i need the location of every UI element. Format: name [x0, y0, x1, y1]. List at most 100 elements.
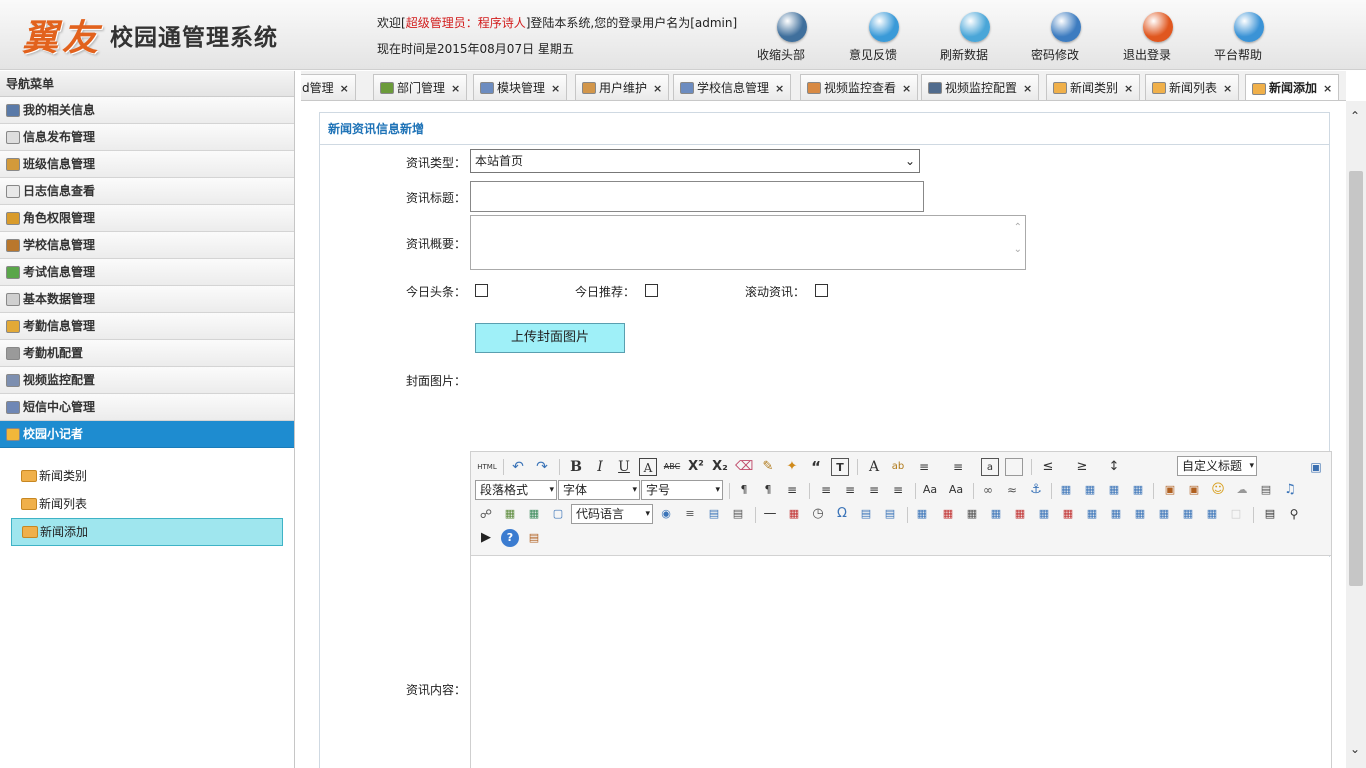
- line-height-icon[interactable]: ↕: [1105, 458, 1123, 476]
- sidebar-item-4[interactable]: 角色权限管理: [0, 205, 294, 232]
- ltr-icon[interactable]: ¶: [735, 481, 753, 499]
- close-icon[interactable]: ×: [902, 76, 911, 101]
- close-icon[interactable]: ×: [551, 76, 560, 101]
- eraser-icon[interactable]: ⌫: [735, 458, 753, 476]
- paste-text-icon[interactable]: T: [831, 458, 849, 476]
- bold-icon[interactable]: B: [567, 458, 585, 476]
- headline-checkbox[interactable]: [475, 284, 488, 297]
- paragraph-format-select[interactable]: 段落格式 ▾: [475, 480, 557, 500]
- close-icon[interactable]: ×: [775, 76, 784, 101]
- background-icon[interactable]: ▤: [729, 505, 747, 523]
- tab-2[interactable]: 模块管理 ×: [473, 74, 568, 101]
- close-icon[interactable]: ×: [1223, 76, 1232, 101]
- editor-content-area[interactable]: [471, 557, 1331, 768]
- scroll-down-icon[interactable]: ⌄: [1014, 244, 1022, 255]
- sidebar-item-0[interactable]: 我的相关信息: [0, 97, 294, 124]
- collapse-header-button[interactable]: 收缩头部: [757, 12, 827, 62]
- font-family-select[interactable]: 字体 ▾: [558, 480, 640, 500]
- font-border-icon[interactable]: A: [639, 458, 657, 476]
- attachment-icon[interactable]: ☍: [477, 505, 495, 523]
- sidebar-item-11[interactable]: 短信中心管理: [0, 394, 294, 421]
- fullscreen-icon[interactable]: ▣: [1307, 458, 1325, 476]
- summary-textarea[interactable]: ⌃ ⌄: [470, 215, 1026, 270]
- link-icon[interactable]: ∞: [979, 481, 997, 499]
- date-icon[interactable]: ▦: [785, 505, 803, 523]
- scroll-down-icon[interactable]: ⌄: [1350, 742, 1360, 756]
- unlink-icon[interactable]: ≈: [1003, 481, 1021, 499]
- merge-down-icon[interactable]: ▦: [1131, 505, 1149, 523]
- tab-1[interactable]: 部门管理 ×: [373, 74, 468, 100]
- sidebar-item-2[interactable]: 班级信息管理: [0, 151, 294, 178]
- merge-cells-icon[interactable]: ▦: [1083, 505, 1101, 523]
- split-rows-icon[interactable]: ▦: [1179, 505, 1197, 523]
- image-float-left-icon[interactable]: ▦: [1081, 481, 1099, 499]
- delete-table-icon[interactable]: ▦: [939, 505, 957, 523]
- search-replace-icon[interactable]: ▶: [477, 529, 495, 547]
- sidebar-item-10[interactable]: 视频监控配置: [0, 367, 294, 394]
- tab-8[interactable]: 新闻列表 ×: [1145, 74, 1240, 101]
- image-center-icon[interactable]: ▦: [1129, 481, 1147, 499]
- font-grow-icon[interactable]: Aa: [921, 481, 939, 499]
- rtl-icon[interactable]: ¶: [759, 481, 777, 499]
- platform-help-button[interactable]: 平台帮助: [1214, 12, 1284, 62]
- close-icon[interactable]: ×: [1323, 76, 1332, 100]
- logout-button[interactable]: 退出登录: [1123, 12, 1193, 62]
- recommend-checkbox[interactable]: [645, 284, 658, 297]
- superscript-icon[interactable]: X²: [687, 458, 705, 476]
- delete-col-icon[interactable]: ▦: [1059, 505, 1077, 523]
- insert-table-icon[interactable]: ▦: [913, 505, 931, 523]
- strikethrough-icon[interactable]: ABC: [663, 458, 681, 476]
- word-image-icon[interactable]: ▤: [881, 505, 899, 523]
- print-icon[interactable]: ▤: [1261, 505, 1279, 523]
- sidebar-item-8[interactable]: 考勤信息管理: [0, 313, 294, 340]
- font-shrink-icon[interactable]: Aa: [947, 481, 965, 499]
- map-icon[interactable]: ▦: [501, 505, 519, 523]
- image-float-right-icon[interactable]: ▦: [1105, 481, 1123, 499]
- highlight-icon[interactable]: ab: [889, 458, 907, 476]
- paragraph-spacing-top-icon[interactable]: ≤: [1039, 458, 1057, 476]
- undo-icon[interactable]: ↶: [509, 458, 527, 476]
- merge-right-icon[interactable]: ▦: [1107, 505, 1125, 523]
- align-left-icon[interactable]: ≡: [817, 481, 835, 499]
- align-right-icon[interactable]: ≡: [865, 481, 883, 499]
- scroll-up-icon[interactable]: ⌃: [1014, 222, 1022, 233]
- horizontal-rule-icon[interactable]: —: [761, 505, 779, 523]
- custom-title-select[interactable]: 自定义标题 ▾: [1177, 456, 1257, 476]
- sidebar-item-12[interactable]: 校园小记者: [0, 421, 294, 448]
- tab-3[interactable]: 用户维护 ×: [575, 74, 670, 100]
- font-color-icon[interactable]: A: [865, 458, 883, 476]
- sub-menu-item-0[interactable]: 新闻类别: [11, 462, 283, 490]
- type-select[interactable]: 本站首页 ⌄: [470, 149, 920, 173]
- subscript-icon[interactable]: X₂: [711, 458, 729, 476]
- tab-7[interactable]: 新闻类别 ×: [1046, 74, 1141, 100]
- sidebar-item-3[interactable]: 日志信息查看: [0, 178, 294, 205]
- sidebar-item-1[interactable]: 信息发布管理: [0, 124, 294, 151]
- split-cells-icon[interactable]: ▦: [1155, 505, 1173, 523]
- blank-page-icon[interactable]: [1005, 458, 1023, 476]
- tab-6[interactable]: 视频监控配置 ×: [921, 74, 1040, 101]
- table-title-icon[interactable]: ▦: [963, 505, 981, 523]
- tab-4[interactable]: 学校信息管理 ×: [673, 74, 792, 101]
- anchor-text-icon[interactable]: a: [981, 458, 999, 476]
- tab-0[interactable]: d管理 ×: [301, 74, 356, 100]
- feedback-button[interactable]: 意见反馈: [849, 12, 919, 62]
- insert-row-icon[interactable]: ▦: [987, 505, 1005, 523]
- code-language-select[interactable]: 代码语言 ▾: [571, 504, 653, 524]
- insert-image-icon[interactable]: ▣: [1161, 481, 1179, 499]
- content-scrollbar[interactable]: ⌃ ⌄: [1346, 101, 1366, 768]
- multi-image-icon[interactable]: ▣: [1185, 481, 1203, 499]
- align-justify-icon[interactable]: ≡: [889, 481, 907, 499]
- sub-menu-item-1[interactable]: 新闻列表: [11, 490, 283, 518]
- indent-icon[interactable]: ≡: [783, 481, 801, 499]
- format-brush-icon[interactable]: ✎: [759, 458, 777, 476]
- time-icon[interactable]: ◷: [809, 505, 827, 523]
- image-float-none-icon[interactable]: ▦: [1057, 481, 1075, 499]
- upload-cover-button[interactable]: 上传封面图片: [475, 323, 625, 353]
- tab-9[interactable]: 新闻添加 ×: [1245, 74, 1340, 100]
- unordered-list-icon[interactable]: ≡: [949, 458, 967, 476]
- sidebar-item-7[interactable]: 基本数据管理: [0, 286, 294, 313]
- close-icon[interactable]: ×: [1023, 76, 1032, 101]
- italic-icon[interactable]: I: [591, 458, 609, 476]
- special-char-icon[interactable]: Ω: [833, 505, 851, 523]
- paragraph-spacing-bottom-icon[interactable]: ≥: [1073, 458, 1091, 476]
